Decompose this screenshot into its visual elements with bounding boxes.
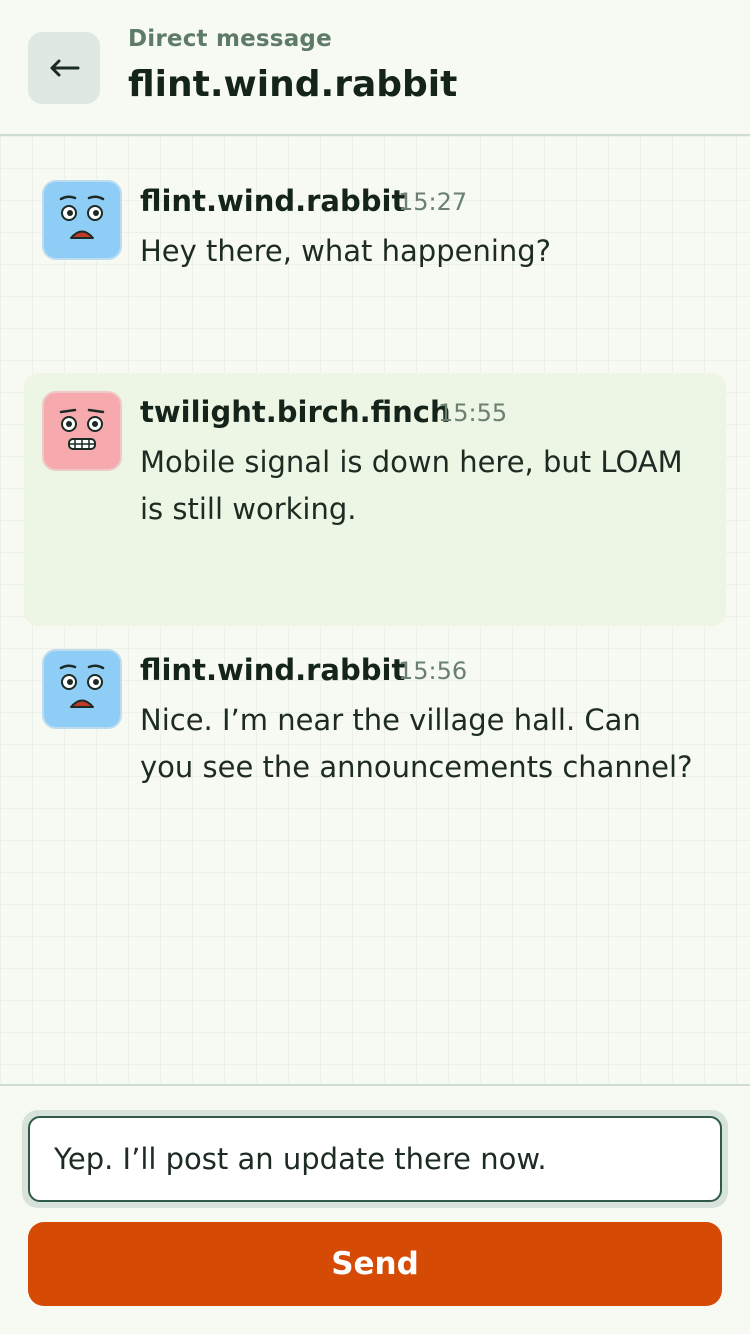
worried-face-icon (44, 182, 120, 258)
avatar[interactable] (42, 649, 122, 729)
conversation-title: flint.wind.rabbit (128, 64, 458, 105)
message-list[interactable]: flint.wind.rabbit 15:27 Hey there, what … (0, 136, 750, 1084)
message-timestamp: 15:27 (398, 188, 468, 216)
message-input-wrapper (22, 1110, 728, 1208)
message-text: Hey there, what happening? (140, 234, 552, 268)
back-button[interactable] (28, 32, 100, 104)
message-text: Nice. I’m near the village hall. Can you… (140, 703, 693, 784)
avatar[interactable] (42, 180, 122, 260)
message-text: Mobile signal is down here, but LOAM is … (140, 445, 683, 526)
message-author[interactable]: flint.wind.rabbit (140, 653, 405, 687)
message-timestamp: 15:55 (438, 399, 508, 427)
avatar[interactable] (42, 391, 122, 471)
direct-message-screen: Direct message flint.wind.rabbit flint.w… (0, 0, 750, 1334)
message-item: twilight.birch.finch 15:55 Mobile signal… (24, 373, 726, 626)
message-item: flint.wind.rabbit 15:56 Nice. I’m near t… (24, 641, 726, 801)
header-subtitle: Direct message (128, 26, 332, 52)
message-input[interactable] (28, 1116, 722, 1202)
message-item: flint.wind.rabbit 15:27 Hey there, what … (24, 172, 726, 282)
message-author[interactable]: flint.wind.rabbit (140, 184, 405, 218)
arrow-left-icon (48, 58, 80, 78)
grimace-face-icon (44, 393, 120, 469)
send-button[interactable]: Send (28, 1222, 722, 1306)
message-timestamp: 15:56 (398, 657, 468, 685)
header: Direct message flint.wind.rabbit (0, 0, 750, 136)
worried-face-icon (44, 651, 120, 727)
message-author[interactable]: twilight.birch.finch (140, 395, 451, 429)
message-composer: Send (0, 1084, 750, 1334)
